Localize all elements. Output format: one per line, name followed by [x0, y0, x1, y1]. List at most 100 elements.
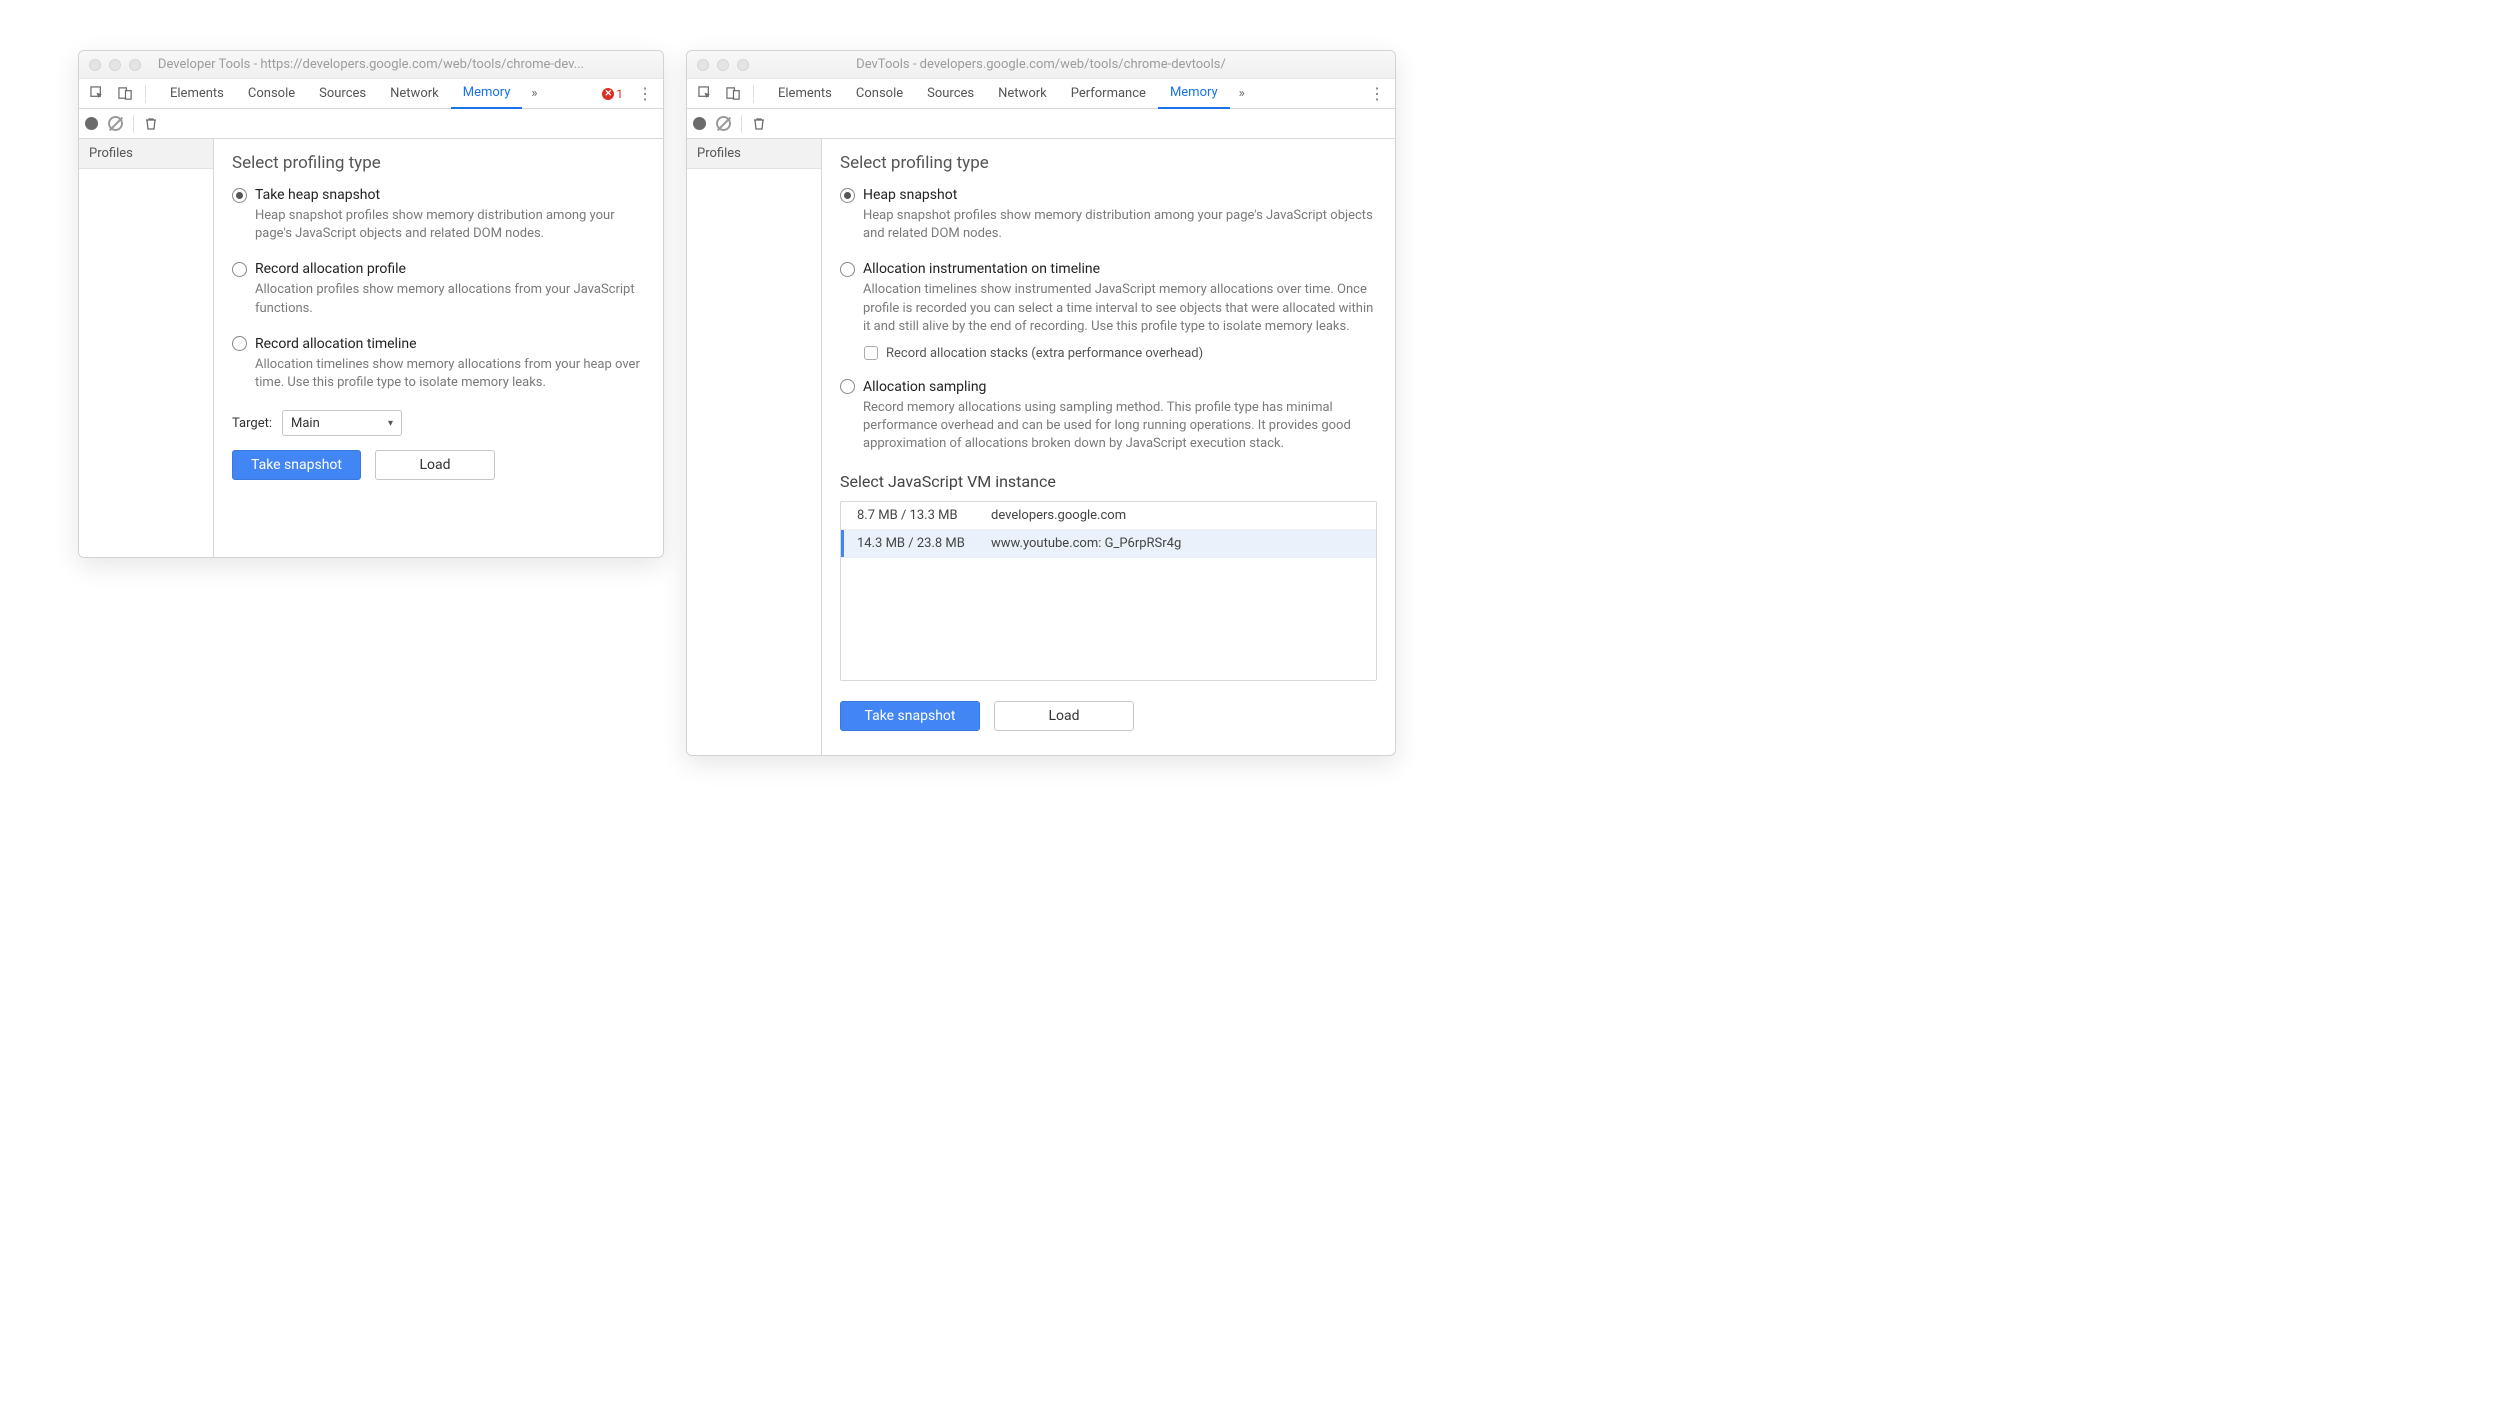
radio-icon[interactable] [232, 336, 247, 351]
close-window-button[interactable] [89, 59, 101, 71]
inspect-element-icon[interactable] [85, 82, 109, 106]
record-icon[interactable] [693, 117, 706, 130]
target-select[interactable]: Main ▾ [282, 410, 402, 436]
radio-icon[interactable] [232, 262, 247, 277]
tab-network[interactable]: Network [378, 79, 451, 109]
sidebar-section-profiles[interactable]: Profiles [687, 139, 821, 169]
profiling-heading: Select profiling type [840, 153, 1377, 173]
option-allocation-timeline[interactable]: Allocation instrumentation on timeline A… [840, 261, 1377, 361]
option-title: Allocation instrumentation on timeline [863, 261, 1100, 277]
separator [133, 115, 134, 133]
option-desc: Heap snapshot profiles show memory distr… [255, 207, 645, 243]
memory-subtoolbar [687, 109, 1395, 139]
separator [753, 85, 754, 103]
devtools-window-right: DevTools - developers.google.com/web/too… [686, 50, 1396, 756]
panel-body: Profiles Select profiling type Take heap… [79, 139, 663, 557]
record-icon[interactable] [85, 117, 98, 130]
record-allocation-stacks-checkbox[interactable]: Record allocation stacks (extra performa… [864, 346, 1377, 361]
device-toolbar-icon[interactable] [113, 82, 137, 106]
error-icon: ✕ [602, 88, 614, 100]
tab-elements[interactable]: Elements [766, 79, 844, 109]
window-traffic-lights [89, 59, 141, 71]
clear-icon[interactable] [716, 116, 731, 131]
target-value: Main [291, 416, 320, 431]
panel-tabs: Elements Console Sources Network Memory … [158, 79, 598, 109]
zoom-window-button[interactable] [737, 59, 749, 71]
action-buttons: Take snapshot Load [840, 701, 1377, 731]
take-snapshot-button[interactable]: Take snapshot [232, 450, 361, 480]
separator [145, 85, 146, 103]
minimize-window-button[interactable] [109, 59, 121, 71]
take-snapshot-button[interactable]: Take snapshot [840, 701, 980, 731]
action-buttons: Take snapshot Load [232, 450, 645, 480]
option-allocation-timeline[interactable]: Record allocation timeline Allocation ti… [232, 336, 645, 392]
profiles-sidebar: Profiles [79, 139, 214, 557]
tab-memory[interactable]: Memory [451, 79, 523, 109]
inspect-element-icon[interactable] [693, 82, 717, 106]
window-title: DevTools - developers.google.com/web/too… [757, 57, 1385, 72]
devtools-toolbar: Elements Console Sources Network Perform… [687, 79, 1395, 109]
tab-memory[interactable]: Memory [1158, 79, 1230, 109]
sidebar-section-profiles[interactable]: Profiles [79, 139, 213, 169]
titlebar: DevTools - developers.google.com/web/too… [687, 51, 1395, 79]
option-desc: Heap snapshot profiles show memory distr… [863, 207, 1377, 243]
load-button[interactable]: Load [994, 701, 1134, 731]
radio-icon[interactable] [232, 188, 247, 203]
close-window-button[interactable] [697, 59, 709, 71]
option-desc: Allocation timelines show memory allocat… [255, 356, 645, 392]
minimize-window-button[interactable] [717, 59, 729, 71]
tab-network[interactable]: Network [986, 79, 1059, 109]
vm-row[interactable]: 8.7 MB / 13.3 MB developers.google.com [841, 502, 1376, 530]
vm-row[interactable]: 14.3 MB / 23.8 MB www.youtube.com: G_P6r… [841, 530, 1376, 558]
titlebar: Developer Tools - https://developers.goo… [79, 51, 663, 79]
option-title: Allocation sampling [863, 379, 986, 395]
target-label: Target: [232, 416, 272, 431]
option-heap-snapshot[interactable]: Heap snapshot Heap snapshot profiles sho… [840, 187, 1377, 243]
tab-sources[interactable]: Sources [915, 79, 986, 109]
devtools-window-left: Developer Tools - https://developers.goo… [78, 50, 664, 558]
error-count: 1 [616, 87, 623, 101]
zoom-window-button[interactable] [129, 59, 141, 71]
tab-console[interactable]: Console [844, 79, 915, 109]
tab-elements[interactable]: Elements [158, 79, 236, 109]
option-title: Record allocation timeline [255, 336, 417, 352]
radio-icon[interactable] [840, 379, 855, 394]
vm-instance-heading: Select JavaScript VM instance [840, 472, 1377, 491]
checkbox-icon[interactable] [864, 346, 878, 360]
option-title: Heap snapshot [863, 187, 957, 203]
radio-icon[interactable] [840, 188, 855, 203]
option-heap-snapshot[interactable]: Take heap snapshot Heap snapshot profile… [232, 187, 645, 243]
device-toolbar-icon[interactable] [721, 82, 745, 106]
profiling-main: Select profiling type Heap snapshot Heap… [822, 139, 1395, 755]
vm-memory: 14.3 MB / 23.8 MB [841, 536, 991, 551]
kebab-menu-icon[interactable]: ⋮ [633, 84, 657, 103]
window-traffic-lights [697, 59, 749, 71]
panel-tabs: Elements Console Sources Network Perform… [766, 79, 1361, 109]
kebab-menu-icon[interactable]: ⋮ [1365, 84, 1389, 103]
vm-host: developers.google.com [991, 508, 1376, 523]
option-desc: Record memory allocations using sampling… [863, 399, 1377, 454]
option-desc: Allocation profiles show memory allocati… [255, 281, 645, 317]
garbage-collect-icon[interactable] [752, 117, 766, 131]
vm-host: www.youtube.com: G_P6rpRSr4g [991, 536, 1376, 551]
more-tabs-icon[interactable]: » [1230, 86, 1254, 101]
tab-performance[interactable]: Performance [1059, 79, 1158, 109]
option-allocation-profile[interactable]: Record allocation profile Allocation pro… [232, 261, 645, 317]
option-allocation-sampling[interactable]: Allocation sampling Record memory alloca… [840, 379, 1377, 454]
radio-icon[interactable] [840, 262, 855, 277]
error-counter[interactable]: ✕ 1 [602, 87, 623, 101]
more-tabs-icon[interactable]: » [522, 86, 546, 101]
checkbox-label: Record allocation stacks (extra performa… [886, 346, 1203, 361]
load-button[interactable]: Load [375, 450, 495, 480]
separator [741, 115, 742, 133]
tab-sources[interactable]: Sources [307, 79, 378, 109]
caret-down-icon: ▾ [388, 418, 393, 429]
option-desc: Allocation timelines show instrumented J… [863, 281, 1377, 336]
clear-icon[interactable] [108, 116, 123, 131]
devtools-toolbar: Elements Console Sources Network Memory … [79, 79, 663, 109]
vm-instance-table: 8.7 MB / 13.3 MB developers.google.com 1… [840, 501, 1377, 681]
garbage-collect-icon[interactable] [144, 117, 158, 131]
memory-subtoolbar [79, 109, 663, 139]
tab-console[interactable]: Console [236, 79, 307, 109]
panel-body: Profiles Select profiling type Heap snap… [687, 139, 1395, 755]
